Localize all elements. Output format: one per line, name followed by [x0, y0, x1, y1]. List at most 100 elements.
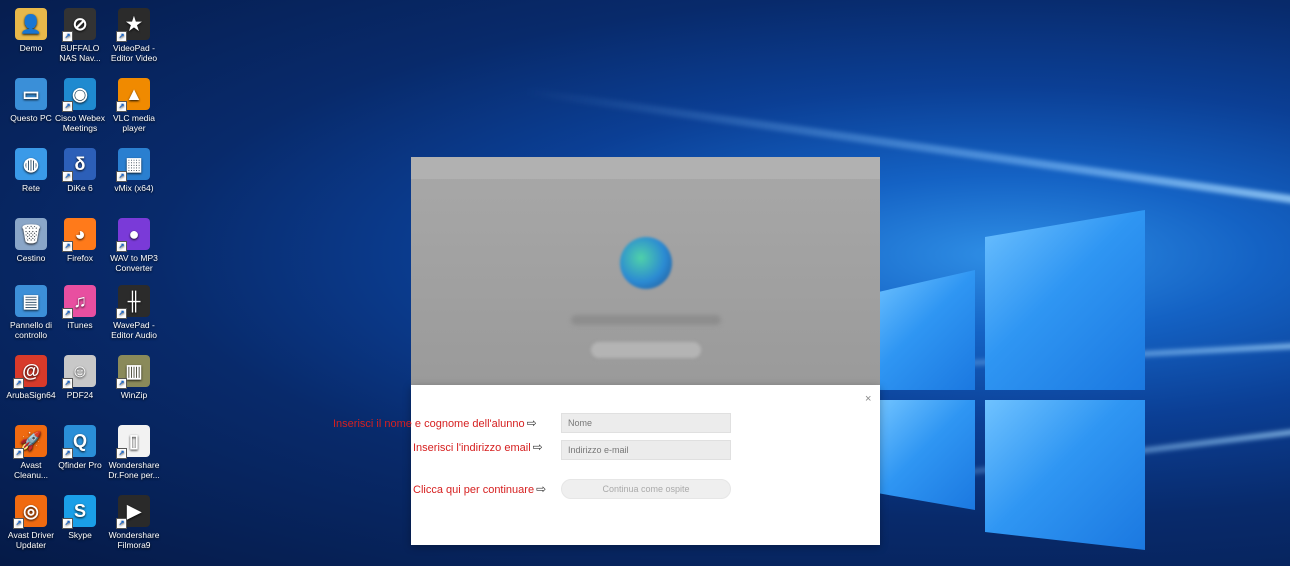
desktop-icon-label: VideoPad - Editor Video: [110, 43, 158, 63]
shortcut-arrow-icon: ↗: [13, 378, 24, 389]
windows-logo: [880, 210, 1290, 550]
shortcut-arrow-icon: ↗: [116, 518, 127, 529]
desktop-icon-label: ArubaSign64: [6, 390, 56, 400]
close-icon[interactable]: ×: [865, 393, 871, 405]
dike-icon: δ ↗: [62, 148, 96, 182]
desktop-icon[interactable]: ♫ ↗ iTunes: [54, 285, 106, 330]
desktop-icon[interactable]: 👤 Demo: [5, 8, 57, 53]
itunes-icon: ♫ ↗: [62, 285, 96, 319]
name-annotation: Inserisci il nome e cognome dell'alunno ⇨: [333, 416, 537, 430]
windows-logo-pane: [880, 270, 975, 390]
name-input[interactable]: [561, 413, 731, 433]
wav-mp3-icon: ● ↗: [116, 218, 150, 252]
qfinder-icon: Q ↗: [62, 425, 96, 459]
desktop-icon[interactable]: ▯ ↗ Wondershare Dr.Fone per...: [108, 425, 160, 480]
webex-logo-icon: [620, 237, 672, 289]
desktop-icon[interactable]: 🚀 ↗ Avast Cleanu...: [5, 425, 57, 480]
control-panel-icon: ▤: [15, 285, 47, 317]
shortcut-arrow-icon: ↗: [116, 378, 127, 389]
avast-driver-icon: ◎ ↗: [13, 495, 47, 529]
desktop-icon[interactable]: ▭ Questo PC: [5, 78, 57, 123]
desktop-icon[interactable]: ▥ ↗ WinZip: [108, 355, 160, 400]
user-folder-icon: 👤: [15, 8, 47, 40]
desktop-icon-label: WinZip: [120, 390, 148, 400]
desktop-icon[interactable]: ▤ Pannello di controllo: [5, 285, 57, 340]
desktop-icon[interactable]: @ ↗ ArubaSign64: [5, 355, 57, 400]
shortcut-arrow-icon: ↗: [62, 31, 73, 42]
shortcut-arrow-icon: ↗: [116, 31, 127, 42]
shortcut-arrow-icon: ↗: [116, 171, 127, 182]
shortcut-arrow-icon: ↗: [116, 241, 127, 252]
avast-cleanup-icon: 🚀 ↗: [13, 425, 47, 459]
shortcut-arrow-icon: ↗: [62, 378, 73, 389]
desktop-icon[interactable]: ⊘ ↗ BUFFALO NAS Nav...: [54, 8, 106, 63]
windows-logo-pane: [985, 400, 1145, 550]
annotation-text: Inserisci il nome e cognome dell'alunno: [333, 418, 525, 430]
desktop-icon[interactable]: δ ↗ DiKe 6: [54, 148, 106, 193]
recycle-bin-icon: 🗑: [15, 218, 47, 250]
desktop-icon[interactable]: ▦ ↗ vMix (x64): [108, 148, 160, 193]
shortcut-arrow-icon: ↗: [62, 448, 73, 459]
desktop-icon[interactable]: ● ↗ WAV to MP3 Converter: [108, 218, 160, 273]
desktop-icon[interactable]: ▲ ↗ VLC media player: [108, 78, 160, 133]
firefox-icon: ◕ ↗: [62, 218, 96, 252]
desktop-icon-label: VLC media player: [112, 113, 156, 133]
arrow-icon: ⇨: [532, 440, 543, 454]
videopad-icon: ★ ↗: [116, 8, 150, 42]
desktop-icon[interactable]: ╫ ↗ WavePad - Editor Audio: [108, 285, 160, 340]
desktop-icon-label: Avast Driver Updater: [7, 530, 55, 550]
desktop-icon[interactable]: ◕ ↗ Firefox: [54, 218, 106, 263]
windows-logo-pane: [880, 400, 975, 510]
shortcut-arrow-icon: ↗: [13, 518, 24, 529]
desktop-icon[interactable]: Q ↗ Qfinder Pro: [54, 425, 106, 470]
desktop-icon[interactable]: ◎ ↗ Avast Driver Updater: [5, 495, 57, 550]
arrow-icon: ⇨: [526, 416, 537, 430]
guest-join-dialog: × Continua come ospite: [411, 385, 880, 545]
desktop-icon-label: WAV to MP3 Converter: [110, 253, 158, 273]
document-icon: ▯ ↗: [116, 425, 150, 459]
webex-welcome-text: [571, 315, 721, 325]
continue-annotation: Clicca qui per continuare ⇨: [413, 482, 546, 496]
arubasign-icon: @ ↗: [13, 355, 47, 389]
shortcut-arrow-icon: ↗: [62, 241, 73, 252]
desktop-icon-label: Avast Cleanu...: [13, 460, 49, 480]
desktop-icon[interactable]: 🗑 Cestino: [5, 218, 57, 263]
desktop-icon-label: Demo: [19, 43, 43, 53]
desktop-icon-label: WavePad - Editor Audio: [111, 320, 157, 340]
annotation-text: Inserisci l'indirizzo email: [413, 442, 531, 454]
network-icon: ◍: [15, 148, 47, 180]
desktop-icon-label: Skype: [68, 530, 92, 540]
vlc-icon: ▲ ↗: [116, 78, 150, 112]
desktop-icon[interactable]: ◉ ↗ Cisco Webex Meetings: [54, 78, 106, 133]
arrow-icon: ⇨: [536, 482, 547, 496]
webex-window-background: [411, 157, 880, 387]
shortcut-arrow-icon: ↗: [62, 308, 73, 319]
desktop-icon-label: Pannello di controllo: [9, 320, 53, 340]
buffalo-nas-icon: ⊘ ↗: [62, 8, 96, 42]
shortcut-arrow-icon: ↗: [62, 518, 73, 529]
email-annotation: Inserisci l'indirizzo email ⇨: [413, 440, 543, 454]
skype-icon: S ↗: [62, 495, 96, 529]
desktop-icon-label: Qfinder Pro: [58, 460, 102, 470]
desktop-icon-label: Cisco Webex Meetings: [55, 113, 105, 133]
filmora-icon: ▶ ↗: [116, 495, 150, 529]
shortcut-arrow-icon: ↗: [62, 171, 73, 182]
desktop-icon[interactable]: ◍ Rete: [5, 148, 57, 193]
desktop-icon[interactable]: ☺ ↗ PDF24: [54, 355, 106, 400]
windows-logo-pane: [985, 210, 1145, 390]
desktop-icon-label: iTunes: [67, 320, 93, 330]
annotation-text: Clicca qui per continuare: [413, 484, 535, 496]
desktop-icon-label: Firefox: [67, 253, 93, 263]
desktop-icon[interactable]: ★ ↗ VideoPad - Editor Video: [108, 8, 160, 63]
webex-icon: ◉ ↗: [62, 78, 96, 112]
desktop-icon-label: BUFFALO NAS Nav...: [59, 43, 101, 63]
desktop-icon-label: Questo PC: [10, 113, 52, 123]
desktop-icon[interactable]: ▶ ↗ Wondershare Filmora9: [108, 495, 160, 550]
vmix-icon: ▦ ↗: [116, 148, 150, 182]
desktop-icon-label: DiKe 6: [67, 183, 93, 193]
winzip-icon: ▥ ↗: [116, 355, 150, 389]
email-input[interactable]: [561, 440, 731, 460]
desktop-icon-label: Rete: [22, 183, 40, 193]
desktop-icon[interactable]: S ↗ Skype: [54, 495, 106, 540]
continue-as-guest-button[interactable]: Continua come ospite: [561, 479, 731, 499]
